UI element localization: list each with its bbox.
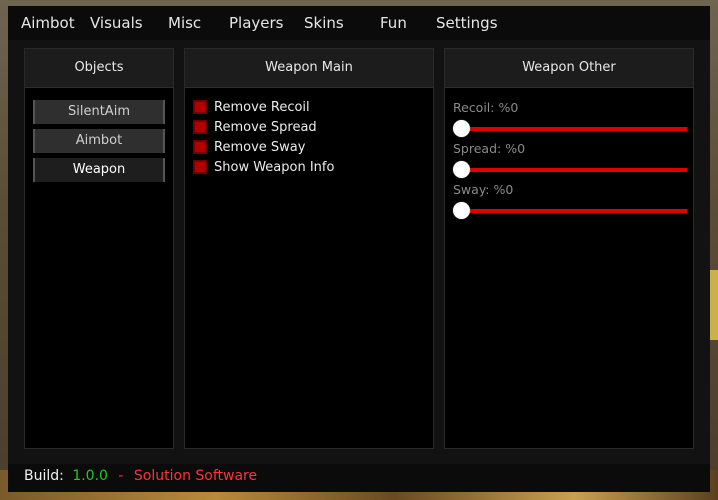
game-background-object (710, 270, 718, 340)
recoil-slider-label: Recoil: %0 (453, 100, 519, 115)
objects-item-aimbot[interactable]: Aimbot (33, 129, 165, 153)
top-menu-bar: Aimbot Visuals Misc Players Skins Fun Se… (8, 6, 710, 40)
cheat-menu-window: Aimbot Visuals Misc Players Skins Fun Se… (8, 6, 710, 492)
menu-tab-players[interactable]: Players (229, 14, 284, 34)
spread-slider-label: Spread: %0 (453, 141, 526, 156)
menu-tab-visuals[interactable]: Visuals (90, 14, 143, 34)
remove-spread-label: Remove Spread (214, 119, 317, 135)
remove-recoil-label: Remove Recoil (214, 99, 310, 115)
menu-tab-fun[interactable]: Fun (380, 14, 407, 34)
menu-tab-settings[interactable]: Settings (436, 14, 498, 34)
remove-sway-checkbox[interactable] (193, 140, 207, 154)
option-remove-recoil[interactable]: Remove Recoil (193, 98, 310, 116)
sway-slider-label: Sway: %0 (453, 182, 514, 197)
objects-item-silentaim[interactable]: SilentAim (33, 100, 165, 124)
spread-slider-knob[interactable] (453, 161, 470, 178)
weapon-main-panel: Weapon Main Remove Recoil Remove Spread … (184, 48, 434, 449)
weapon-main-title: Weapon Main (185, 49, 433, 88)
company-name: Solution Software (133, 468, 258, 484)
menu-tab-skins[interactable]: Skins (304, 14, 344, 34)
option-remove-spread[interactable]: Remove Spread (193, 118, 317, 136)
weapon-other-panel: Weapon Other Recoil: %0 Spread: %0 Sway:… (444, 48, 694, 449)
menu-tab-misc[interactable]: Misc (168, 14, 201, 34)
sway-slider[interactable] (453, 202, 687, 219)
recoil-slider[interactable] (453, 120, 687, 137)
show-weapon-info-label: Show Weapon Info (214, 159, 335, 175)
menu-tab-aimbot[interactable]: Aimbot (21, 14, 75, 34)
footer-separator: - (118, 468, 124, 484)
option-show-weapon-info[interactable]: Show Weapon Info (193, 158, 334, 176)
remove-recoil-checkbox[interactable] (193, 100, 207, 114)
weapon-other-title: Weapon Other (445, 49, 693, 88)
objects-item-weapon[interactable]: Weapon (33, 158, 165, 182)
status-footer: Build: 1.0.0 - Solution Software (8, 464, 710, 492)
show-weapon-info-checkbox[interactable] (193, 160, 207, 174)
objects-panel: Objects SilentAim Aimbot Weapon (24, 48, 174, 449)
option-remove-sway[interactable]: Remove Sway (193, 138, 305, 156)
remove-sway-label: Remove Sway (214, 139, 306, 155)
spread-slider[interactable] (453, 161, 687, 178)
sway-slider-knob[interactable] (453, 202, 470, 219)
recoil-slider-knob[interactable] (453, 120, 470, 137)
build-label: Build: (24, 468, 64, 484)
remove-spread-checkbox[interactable] (193, 120, 207, 134)
objects-panel-title: Objects (25, 49, 173, 88)
build-version: 1.0.0 (72, 468, 108, 484)
